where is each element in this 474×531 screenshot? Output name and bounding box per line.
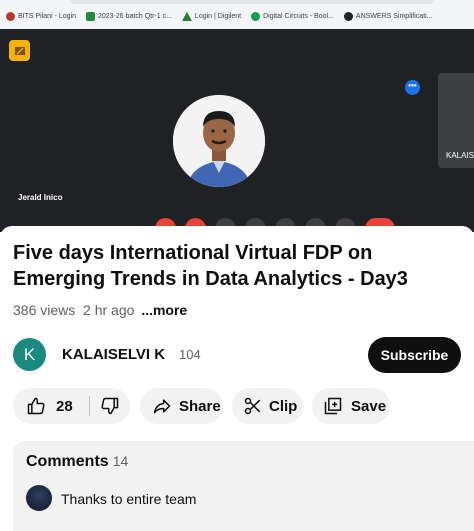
like-count: 28 bbox=[56, 397, 73, 415]
share-icon bbox=[153, 399, 171, 414]
save-playlist-icon bbox=[324, 397, 342, 415]
bookmark-answers: ANSWERS Simplificati... bbox=[343, 12, 433, 21]
bookmark-label: Login | Digilent bbox=[194, 13, 242, 20]
comments-label: Comments bbox=[26, 453, 109, 470]
bookmarks-bar: BITS Pilani - Login 2023-26 batch Qtr-1 … bbox=[0, 0, 474, 29]
bookmark-batch-sheet: 2023-26 batch Qtr-1 c... bbox=[85, 12, 172, 21]
top-comment-text: Thanks to entire team bbox=[61, 491, 197, 507]
bits-pilani-icon bbox=[6, 12, 15, 21]
side-participant-name: KALAIS bbox=[446, 151, 474, 160]
action-bar: 28 Share Clip Save bbox=[0, 388, 474, 424]
video-meta[interactable]: 386 views 2 hr ago ...more bbox=[13, 302, 187, 318]
share-label: Share bbox=[179, 397, 221, 415]
thumbs-up-icon bbox=[27, 397, 45, 415]
meeting-view: Jerald Inico ••• KALAIS bbox=[0, 29, 474, 232]
like-button[interactable]: 28 bbox=[13, 396, 73, 416]
clip-label: Clip bbox=[269, 397, 298, 415]
more-options-icon[interactable]: ••• bbox=[405, 80, 420, 95]
participant-photo bbox=[173, 95, 265, 187]
commenter-avatar bbox=[26, 485, 52, 511]
comments-count: 14 bbox=[112, 453, 129, 469]
channel-name[interactable]: KALAISELVI K bbox=[62, 346, 165, 363]
meet-logo-icon bbox=[9, 40, 30, 61]
bookmark-label: ANSWERS Simplificati... bbox=[355, 13, 433, 20]
clip-button[interactable]: Clip bbox=[232, 388, 303, 424]
save-button[interactable]: Save bbox=[312, 388, 390, 424]
scissors-icon bbox=[244, 397, 261, 415]
comments-heading: Comments 14 bbox=[26, 453, 128, 471]
share-button[interactable]: Share bbox=[140, 388, 223, 424]
bookmark-label: 2023-26 batch Qtr-1 c... bbox=[97, 13, 172, 20]
bookmark-digital-circuits: Digital Circuits - Bool... bbox=[251, 12, 334, 21]
bookmark-digilent: Login | Digilent bbox=[181, 12, 242, 21]
save-label: Save bbox=[351, 397, 387, 415]
subscribe-button[interactable]: Subscribe bbox=[368, 337, 461, 373]
bookmark-label: BITS Pilani - Login bbox=[18, 13, 76, 20]
like-dislike-pill: 28 bbox=[13, 388, 130, 424]
channel-row: K KALAISELVI K 104 Subscribe bbox=[13, 337, 463, 373]
globe-icon bbox=[343, 12, 353, 21]
sheets-icon bbox=[85, 12, 95, 21]
circuit-icon bbox=[251, 12, 261, 21]
address-bar-strip bbox=[70, 0, 434, 4]
bookmark-label: Digital Circuits - Bool... bbox=[263, 13, 334, 20]
participant-name: Jerald Inico bbox=[18, 193, 63, 202]
digilent-icon bbox=[181, 12, 192, 21]
bookmark-bits-pilani: BITS Pilani - Login bbox=[6, 12, 76, 21]
thumbs-down-icon bbox=[101, 397, 118, 415]
more-description-link[interactable]: ...more bbox=[141, 302, 187, 318]
subscriber-count: 104 bbox=[179, 347, 201, 362]
like-separator bbox=[88, 396, 90, 416]
upload-age: 2 hr ago bbox=[83, 302, 135, 318]
channel-avatar[interactable]: K bbox=[13, 338, 46, 371]
video-details: Five days International Virtual FDP on E… bbox=[0, 226, 474, 531]
view-count: 386 views bbox=[13, 302, 76, 318]
dislike-button[interactable] bbox=[100, 396, 120, 416]
video-title[interactable]: Five days International Virtual FDP on E… bbox=[13, 240, 468, 292]
comments-panel[interactable]: Comments 14 Thanks to entire team bbox=[13, 441, 474, 531]
side-participant-tile: KALAIS bbox=[438, 73, 474, 168]
video-player[interactable]: BITS Pilani - Login 2023-26 batch Qtr-1 … bbox=[0, 0, 474, 232]
